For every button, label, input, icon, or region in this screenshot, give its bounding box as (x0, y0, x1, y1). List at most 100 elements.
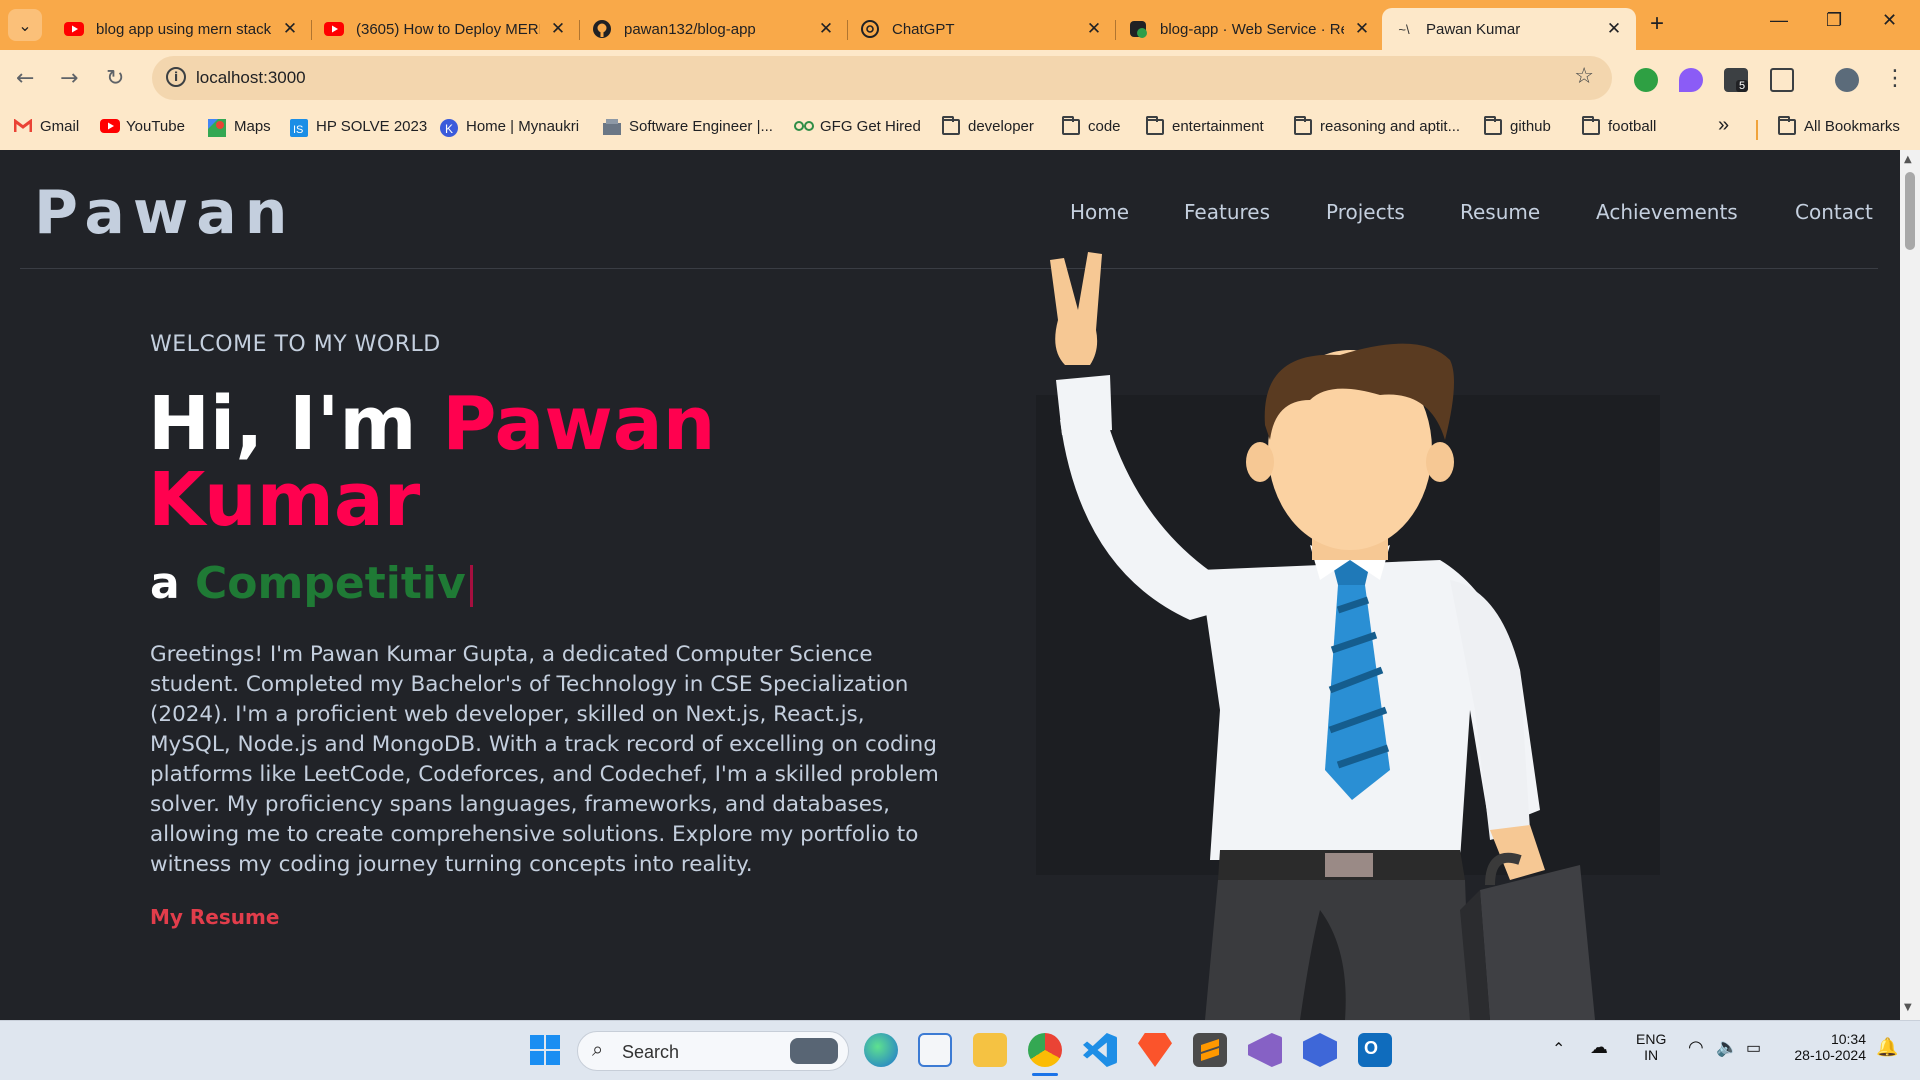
bookmark-folder-football[interactable]: football (1582, 115, 1656, 135)
folder-icon (1778, 115, 1796, 135)
search-placeholder: Search (622, 1042, 680, 1062)
hp-icon: IS (290, 118, 308, 137)
clock[interactable]: 10:34 28-10-2024 (1786, 1031, 1866, 1063)
typed-prefix: a (150, 558, 196, 609)
hero-heading: Hi, I'm Pawan Kumar (148, 386, 908, 538)
clock-time: 10:34 (1830, 1031, 1866, 1047)
forward-arrow-icon[interactable]: → (60, 66, 78, 91)
profile-avatar[interactable] (1835, 68, 1859, 92)
onedrive-warning-icon[interactable]: ☁ (1590, 1037, 1608, 1058)
restore-icon[interactable]: ❐ (1826, 10, 1842, 31)
brave-browser-icon[interactable] (1138, 1033, 1172, 1067)
new-tab-button[interactable]: + (1650, 10, 1664, 38)
gfg-icon (794, 119, 814, 135)
bookmark-divider (1756, 120, 1758, 140)
sublime-text-icon[interactable] (1193, 1033, 1227, 1067)
youtube-icon (324, 19, 344, 39)
tab-blog-app-youtube[interactable]: blog app using mern stack ✕ (52, 8, 312, 50)
extension-drop-icon[interactable] (1679, 68, 1703, 92)
more-bookmarks-button[interactable]: » (1718, 114, 1729, 137)
nav-contact[interactable]: Contact (1795, 200, 1873, 224)
folder-icon (1146, 115, 1164, 135)
all-bookmarks-button[interactable]: All Bookmarks (1778, 115, 1900, 135)
svg-text:K: K (445, 122, 453, 136)
menu-dots-icon[interactable]: ⋮ (1884, 66, 1906, 91)
site-icon (603, 118, 621, 135)
bookmark-star-icon[interactable]: ☆ (1574, 64, 1594, 89)
power-automate-icon[interactable] (1303, 1033, 1337, 1067)
hero-illustration-businessman (1050, 252, 1595, 1020)
language-indicator[interactable]: ENG IN (1636, 1031, 1666, 1063)
site-info-icon[interactable]: i (166, 67, 186, 87)
url-text[interactable]: localhost:3000 (196, 68, 306, 88)
tab-pawan-kumar[interactable]: ~\ Pawan Kumar ✕ (1382, 8, 1636, 50)
outlook-icon[interactable]: O (1358, 1033, 1392, 1067)
bookmark-gmail[interactable]: Gmail (13, 117, 79, 135)
minimize-icon[interactable]: — (1770, 10, 1788, 31)
bookmark-folder-developer[interactable]: developer (942, 115, 1034, 135)
typing-cursor (469, 565, 473, 607)
render-icon (1128, 19, 1148, 39)
extension-badge-icon[interactable]: 5 (1724, 68, 1749, 92)
bookmark-mynaukri[interactable]: K Home | Mynaukri (440, 118, 579, 137)
close-icon[interactable]: ✕ (548, 19, 568, 39)
close-window-icon[interactable]: ✕ (1882, 10, 1897, 31)
gmail-icon (13, 117, 33, 135)
bookmark-hp-solve[interactable]: IS HP SOLVE 2023 (290, 118, 427, 137)
visual-studio-icon[interactable] (1248, 1033, 1282, 1067)
address-bar[interactable]: i localhost:3000 ☆ (152, 56, 1612, 100)
bookmark-label: YouTube (126, 118, 185, 135)
bookmark-gfg[interactable]: GFG Get Hired (794, 118, 921, 135)
folder-icon (1294, 115, 1312, 135)
bookmark-maps[interactable]: Maps (208, 118, 271, 137)
edge-browser-icon[interactable] (864, 1033, 898, 1067)
chevron-up-icon[interactable]: ⌃ (1552, 1039, 1565, 1059)
page-scrollbar[interactable]: ▲ ▼ (1900, 150, 1920, 1020)
bookmarks-bar: Gmail YouTube Maps IS HP SOLVE 2023 K Ho… (0, 108, 1920, 150)
microsoft-store-icon[interactable] (918, 1033, 952, 1067)
bookmark-folder-entertainment[interactable]: entertainment (1146, 115, 1264, 135)
extensions-puzzle-icon[interactable] (1770, 68, 1794, 92)
wifi-icon[interactable]: ◠ (1688, 1037, 1704, 1058)
search-icon: ⌕ (592, 1039, 604, 1061)
youtube-icon (64, 19, 84, 39)
bookmark-folder-github[interactable]: github (1484, 115, 1551, 135)
bookmark-software-engineer[interactable]: Software Engineer |... (603, 118, 773, 135)
close-icon[interactable]: ✕ (1604, 19, 1624, 39)
close-icon[interactable]: ✕ (816, 19, 836, 39)
windows-start-icon[interactable] (528, 1033, 562, 1067)
close-icon[interactable]: ✕ (1084, 19, 1104, 39)
close-icon[interactable]: ✕ (280, 19, 300, 39)
my-resume-link[interactable]: My Resume (150, 905, 279, 929)
name-last: Kumar (148, 457, 421, 543)
tab-github-blog-app[interactable]: pawan132/blog-app ✕ (580, 8, 848, 50)
chatgpt-icon (860, 19, 880, 39)
scroll-up-icon[interactable]: ▲ (1904, 154, 1912, 165)
notification-bell-icon[interactable]: 🔔 (1876, 1037, 1898, 1058)
chrome-browser-icon[interactable] (1028, 1033, 1062, 1067)
browser-toolbar: ← → ↻ i localhost:3000 ☆ (0, 50, 1920, 108)
tab-search-button[interactable]: ⌄ (8, 9, 42, 41)
taskbar-search-box[interactable]: ⌕ Search (577, 1031, 849, 1071)
tab-render-web-service[interactable]: blog-app · Web Service · Re ✕ (1116, 8, 1384, 50)
volume-icon[interactable]: 🔈 (1716, 1037, 1738, 1058)
tab-deploy-mern[interactable]: (3605) How to Deploy MERN ✕ (312, 8, 580, 50)
scrollbar-thumb[interactable] (1905, 172, 1915, 250)
mynaukri-icon: K (440, 118, 458, 137)
bookmark-folder-code[interactable]: code (1062, 115, 1121, 135)
file-explorer-icon[interactable] (973, 1033, 1007, 1067)
bookmark-label: GFG Get Hired (820, 118, 921, 135)
tab-chatgpt[interactable]: ChatGPT ✕ (848, 8, 1116, 50)
vscode-icon[interactable] (1083, 1033, 1117, 1067)
extension-plus-icon[interactable] (1634, 68, 1658, 92)
site-logo[interactable]: Pawan (34, 178, 295, 248)
folder-icon (1062, 115, 1080, 135)
reload-icon[interactable]: ↻ (106, 66, 124, 91)
back-arrow-icon[interactable]: ← (16, 66, 34, 91)
scroll-down-icon[interactable]: ▼ (1904, 1002, 1912, 1013)
bookmark-folder-reasoning[interactable]: reasoning and aptit... (1294, 115, 1460, 135)
bookmark-youtube[interactable]: YouTube (100, 118, 185, 135)
close-icon[interactable]: ✕ (1352, 19, 1372, 39)
tab-title: blog app using mern stack (96, 20, 272, 38)
battery-icon[interactable]: ▭ (1746, 1038, 1761, 1058)
